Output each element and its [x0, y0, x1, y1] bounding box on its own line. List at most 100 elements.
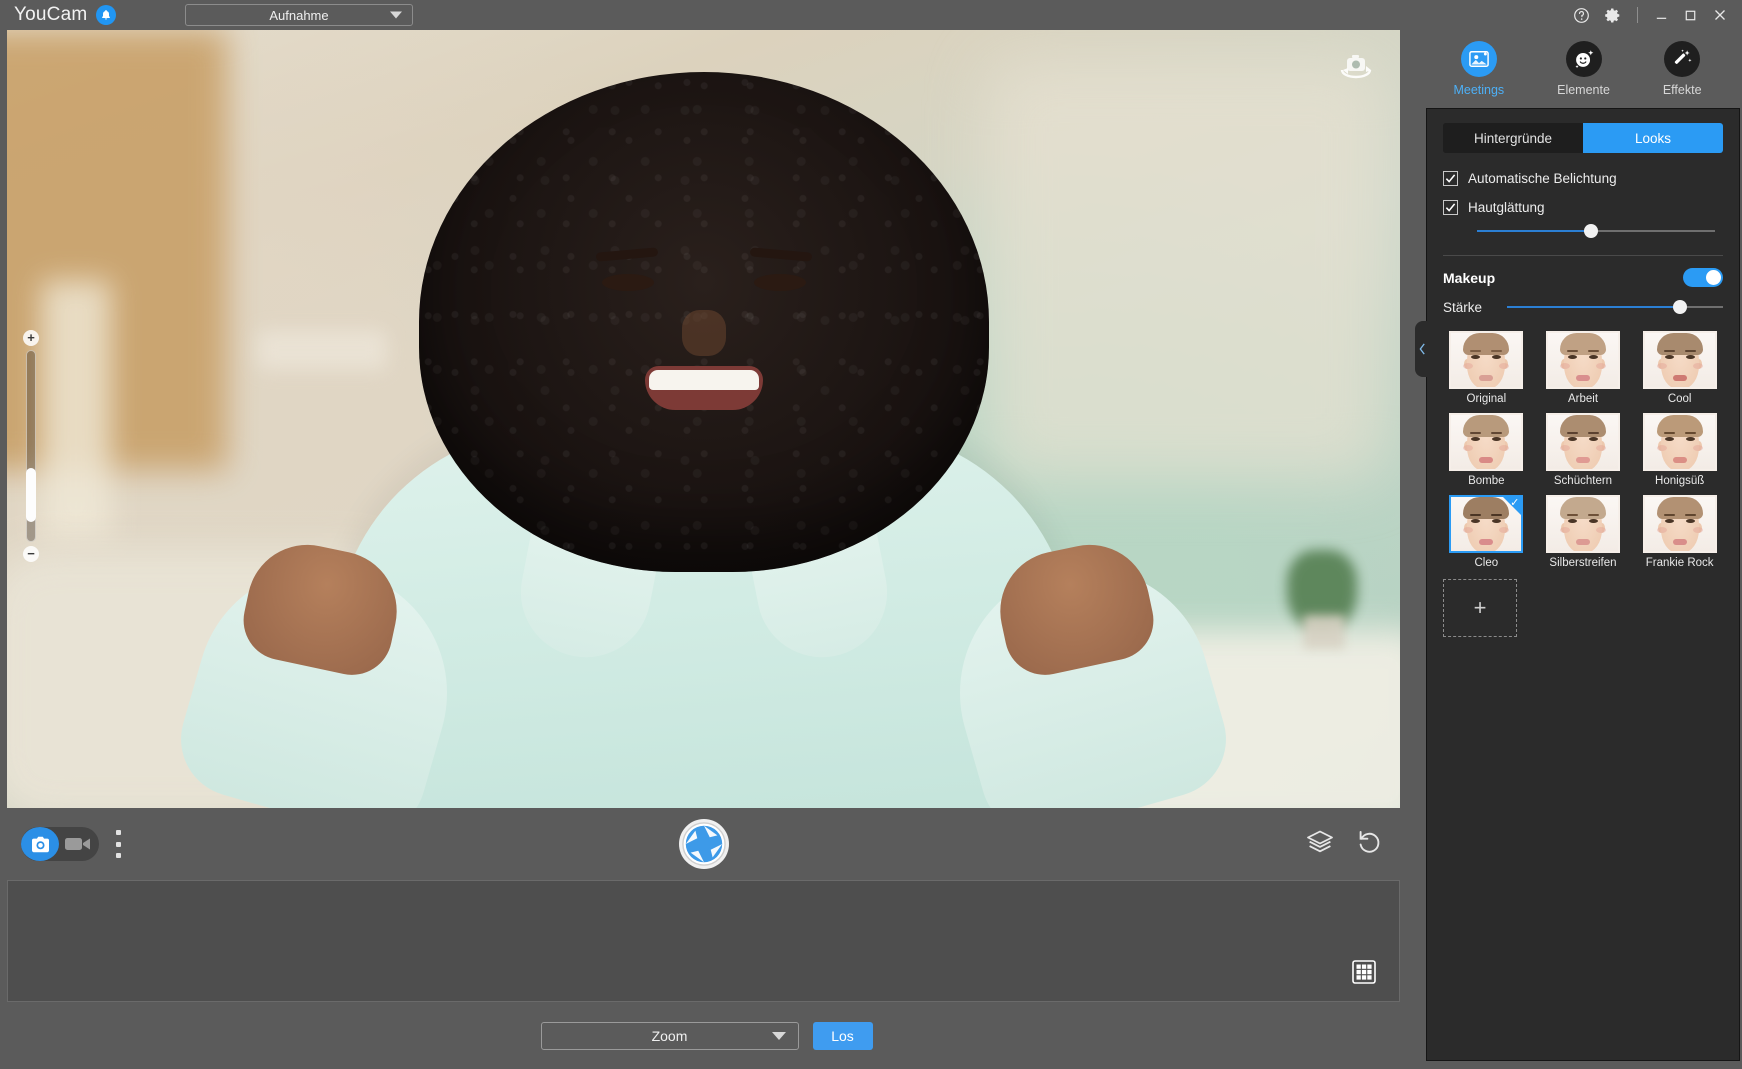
look-tile[interactable]: Bombe — [1443, 413, 1530, 487]
look-label: Cool — [1667, 393, 1692, 405]
maximize-icon[interactable] — [1683, 8, 1698, 23]
look-tile[interactable]: Arbeit — [1540, 331, 1627, 405]
eye-right — [753, 274, 806, 291]
look-thumbnail[interactable] — [1449, 413, 1524, 471]
look-thumbnail[interactable]: ✓ — [1449, 495, 1524, 553]
look-label: Honigsüß — [1655, 475, 1705, 487]
look-tile[interactable]: ✓ Cleo — [1443, 495, 1530, 569]
makeup-strength-slider[interactable] — [1507, 299, 1723, 315]
look-preview-face — [1644, 333, 1715, 387]
subject-facial-features — [554, 170, 854, 500]
window-controls — [1413, 0, 1742, 30]
look-thumbnail[interactable] — [1545, 331, 1620, 389]
webcam-feed — [7, 30, 1400, 808]
look-tile[interactable]: Frankie Rock — [1636, 495, 1723, 569]
gear-icon[interactable] — [1604, 7, 1621, 24]
look-tile[interactable]: Schüchtern — [1540, 413, 1627, 487]
slider-thumb[interactable] — [1584, 224, 1599, 238]
panel-scrollbar[interactable] — [1732, 119, 1736, 1050]
app-brand: YouCam — [14, 4, 117, 26]
segment-looks[interactable]: Looks — [1583, 123, 1723, 153]
capture-mode-toggle[interactable] — [21, 827, 99, 861]
grid-view-icon[interactable] — [1351, 959, 1377, 985]
look-thumbnail[interactable] — [1449, 331, 1524, 389]
bottom-bar: Zoom Los — [0, 1002, 1413, 1069]
look-tile[interactable]: Silberstreifen — [1540, 495, 1627, 569]
panel-nav-tabs: Meetings Elemente Effekte — [1413, 30, 1742, 108]
eye-left — [601, 274, 654, 291]
look-tile[interactable]: Honigsüß — [1636, 413, 1723, 487]
checkbox-box[interactable] — [1443, 200, 1458, 215]
skin-smoothing-slider[interactable] — [1477, 223, 1715, 239]
tab-effekte-label: Effekte — [1662, 83, 1702, 97]
look-label: Schüchtern — [1553, 475, 1613, 487]
video-mode-button[interactable] — [65, 827, 91, 861]
meetings-photo-icon — [1460, 41, 1497, 77]
look-thumbnail[interactable] — [1545, 495, 1620, 553]
slider-fill — [1507, 306, 1680, 308]
capture-toolbar — [7, 808, 1400, 880]
tab-meetings[interactable]: Meetings — [1453, 41, 1504, 97]
help-circle-icon[interactable] — [1573, 7, 1590, 24]
tab-effekte[interactable]: Effekte — [1663, 41, 1702, 97]
video-preview[interactable]: + − — [7, 30, 1400, 808]
panel-segmented-control: Hintergründe Looks — [1443, 123, 1723, 153]
go-button[interactable]: Los — [812, 1021, 873, 1050]
teeth — [648, 370, 759, 390]
look-label: Silberstreifen — [1549, 557, 1617, 569]
chevron-down-icon — [390, 11, 402, 19]
zoom-in-button[interactable]: + — [23, 330, 39, 346]
checkbox-hautglaettung[interactable]: Hautglättung — [1443, 200, 1723, 215]
makeup-toggle[interactable] — [1683, 268, 1723, 287]
switch-camera-icon[interactable] — [1334, 52, 1378, 86]
slider-thumb[interactable] — [1672, 300, 1687, 314]
preview-zoom-slider[interactable]: + − — [22, 330, 40, 562]
makeup-strength-row: Stärke — [1443, 299, 1723, 315]
main-area: YouCam Aufnahme + − Zoom Los — [0, 0, 1413, 1069]
shutter-button[interactable] — [678, 819, 729, 869]
look-thumbnail[interactable] — [1642, 331, 1717, 389]
captured-media-strip[interactable] — [7, 880, 1400, 1002]
chevron-down-icon — [771, 1031, 786, 1040]
selected-check-mark: ✓ — [1510, 497, 1520, 509]
checkbox-label: Hautglättung — [1468, 200, 1545, 215]
minimize-icon[interactable] — [1654, 8, 1669, 23]
app-title: YouCam — [14, 4, 88, 25]
look-thumbnail[interactable] — [1642, 413, 1717, 471]
zoom-out-button[interactable]: − — [23, 546, 39, 562]
look-preview-face — [1451, 415, 1522, 469]
magic-wand-icon — [1664, 41, 1701, 77]
zoom-slider-thumb[interactable] — [26, 468, 36, 523]
look-label: Frankie Rock — [1645, 557, 1714, 569]
notification-bell-icon[interactable] — [96, 5, 117, 25]
title-bar: YouCam Aufnahme — [0, 0, 1413, 30]
add-look-button[interactable]: + — [1443, 579, 1517, 637]
person-subject — [7, 30, 1400, 808]
look-thumbnail[interactable] — [1642, 495, 1717, 553]
segment-hintergruende[interactable]: Hintergründe — [1443, 123, 1583, 153]
layers-icon[interactable] — [1306, 829, 1334, 860]
look-preview-face — [1644, 497, 1715, 551]
checkbox-automatische-belichtung[interactable]: Automatische Belichtung — [1443, 171, 1723, 186]
look-label: Cleo — [1474, 557, 1499, 569]
look-thumbnail[interactable] — [1545, 413, 1620, 471]
close-icon[interactable] — [1712, 7, 1728, 23]
eyebrow-right — [749, 247, 812, 262]
capture-mode-value: Aufnahme — [269, 7, 329, 23]
tab-elemente[interactable]: Elemente — [1557, 41, 1610, 97]
capture-mode-dropdown[interactable]: Aufnahme — [185, 4, 413, 26]
capture-right-tools — [1306, 829, 1382, 860]
checkbox-box[interactable] — [1443, 171, 1458, 186]
tab-elemente-label: Elemente — [1557, 83, 1610, 97]
look-tile[interactable]: Original — [1443, 331, 1530, 405]
share-target-dropdown[interactable]: Zoom — [540, 1021, 799, 1050]
look-preview-face — [1644, 415, 1715, 469]
reset-undo-icon[interactable] — [1356, 829, 1382, 860]
look-preview-face — [1451, 333, 1522, 387]
panel-collapse-button[interactable] — [1415, 321, 1429, 377]
kebab-menu-icon[interactable] — [111, 830, 125, 858]
photo-mode-button[interactable] — [21, 827, 59, 861]
makeup-title: Makeup — [1443, 269, 1496, 286]
look-tile[interactable]: Cool — [1636, 331, 1723, 405]
look-label: Original — [1466, 393, 1507, 405]
